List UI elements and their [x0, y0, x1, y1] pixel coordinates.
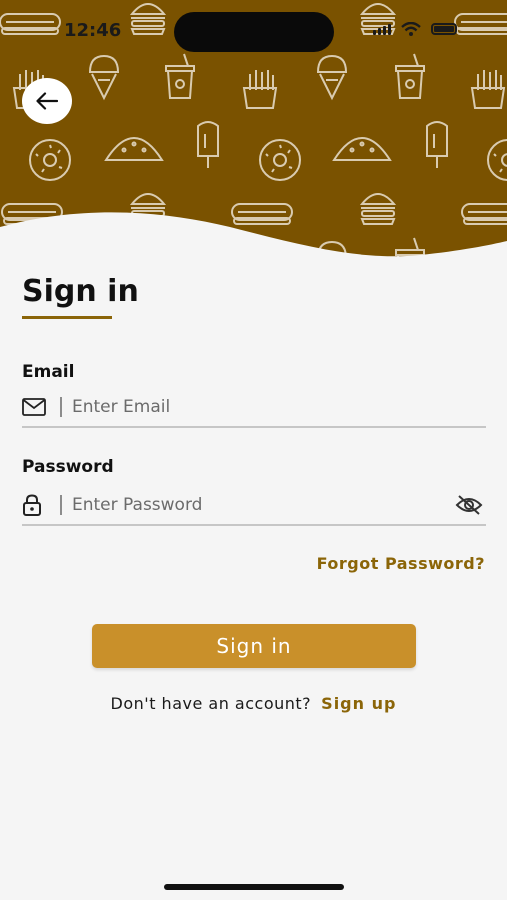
cellular-signal-icon	[373, 23, 391, 35]
email-label: Email	[22, 362, 75, 382]
password-field[interactable]	[22, 486, 486, 526]
arrow-left-icon	[36, 92, 58, 110]
mail-icon	[22, 393, 50, 421]
banner-wave-divider	[0, 212, 507, 270]
page-title: Sign in	[22, 274, 139, 309]
password-label: Password	[22, 457, 114, 477]
battery-icon	[431, 23, 457, 35]
dynamic-island	[174, 12, 334, 52]
field-divider	[60, 495, 62, 515]
password-visibility-toggle[interactable]	[452, 490, 486, 520]
wifi-icon	[401, 22, 421, 36]
signup-prompt: Don't have an account?	[110, 694, 312, 713]
email-field[interactable]	[22, 388, 486, 428]
status-icons	[373, 22, 457, 36]
back-button[interactable]	[22, 78, 72, 124]
title-underline	[22, 316, 112, 319]
home-indicator	[164, 884, 344, 890]
signup-row: Don't have an account? Sign up	[0, 694, 507, 713]
lock-icon	[22, 491, 50, 519]
field-divider	[60, 397, 62, 417]
email-input[interactable]	[72, 392, 486, 422]
sign-up-link[interactable]: Sign up	[321, 694, 396, 713]
status-bar: 12:46	[0, 0, 507, 62]
password-input[interactable]	[72, 490, 452, 520]
eye-slash-icon	[455, 495, 483, 515]
forgot-password-link[interactable]: Forgot Password?	[317, 554, 485, 573]
sign-in-button[interactable]: Sign in	[92, 624, 416, 668]
status-time: 12:46	[64, 20, 122, 41]
